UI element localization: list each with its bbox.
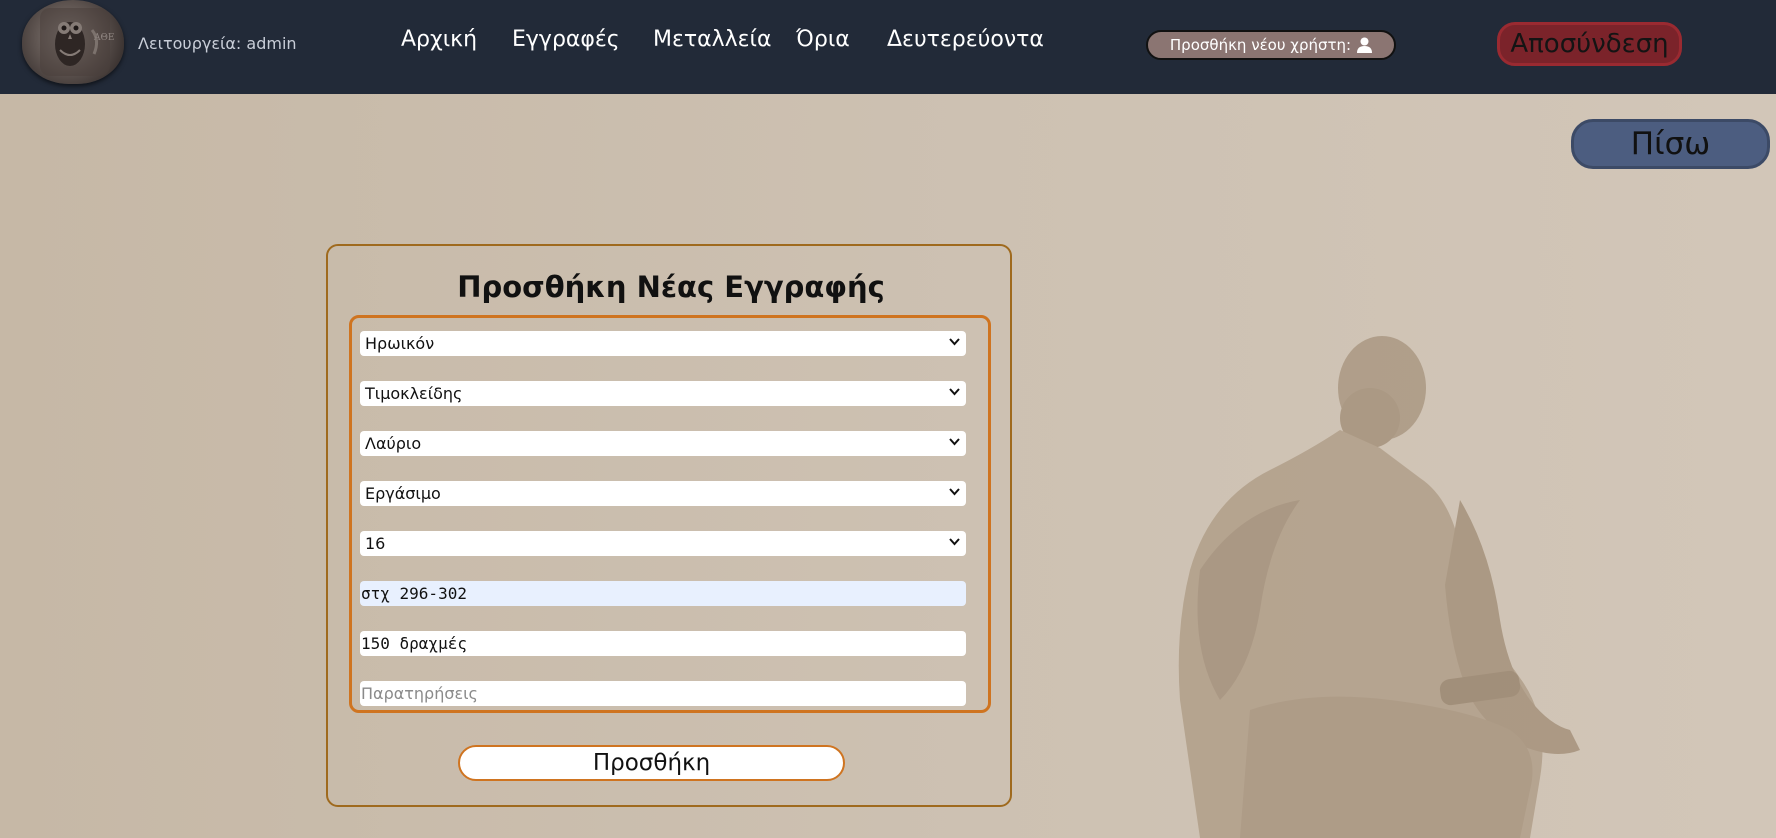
top-navbar: ΑΘΕ Λειτουργεία: admin Αρχική Εγγραφές Μ…: [0, 0, 1776, 94]
price-input[interactable]: 150 δραχμές: [360, 631, 966, 656]
select-status-value: Εργάσιμο: [365, 484, 441, 503]
boxer-statue-image: [1178, 336, 1580, 838]
select-number[interactable]: 16: [360, 531, 966, 556]
select-category-value: Ηρωικόν: [365, 334, 435, 353]
add-user-label: Προσθήκη νέου χρήστη:: [1169, 36, 1352, 54]
form-fields-group: Ηρωικόν Τιμοκλείδης Λαύριο Εργάσιμο 16 σ…: [349, 315, 991, 713]
form-title: Προσθήκη Νέας Εγγραφής: [457, 270, 885, 304]
select-person[interactable]: Τιμοκλείδης: [360, 381, 966, 406]
add-record-form: Προσθήκη Νέας Εγγραφής Ηρωικόν Τιμοκλείδ…: [326, 244, 1012, 807]
add-user-button[interactable]: Προσθήκη νέου χρήστη:: [1146, 30, 1396, 60]
nav-limits[interactable]: Όρια: [796, 27, 850, 52]
nav-mines[interactable]: Μεταλλεία: [653, 27, 772, 52]
select-number-value: 16: [365, 534, 386, 553]
mode-text: Λειτουργεία: admin: [138, 34, 297, 53]
svg-text:ΑΘΕ: ΑΘΕ: [93, 33, 114, 43]
select-status[interactable]: Εργάσιμο: [360, 481, 966, 506]
logout-button[interactable]: Αποσύνδεση: [1497, 22, 1682, 66]
select-category[interactable]: Ηρωικόν: [360, 331, 966, 356]
select-person-value: Τιμοκλείδης: [365, 384, 463, 403]
user-icon: [1357, 37, 1373, 53]
nav-home[interactable]: Αρχική: [401, 27, 477, 52]
submit-button[interactable]: Προσθήκη: [458, 745, 845, 781]
select-location-value: Λαύριο: [365, 434, 422, 453]
location-input[interactable]: στχ 296-302: [360, 581, 966, 606]
select-location[interactable]: Λαύριο: [360, 431, 966, 456]
chevron-down-icon: [949, 438, 960, 446]
chevron-down-icon: [949, 388, 960, 396]
notes-input[interactable]: Παρατηρήσεις: [360, 681, 966, 706]
back-button[interactable]: Πίσω: [1571, 119, 1770, 169]
chevron-down-icon: [949, 488, 960, 496]
chevron-down-icon: [949, 538, 960, 546]
owl-coin-logo[interactable]: ΑΘΕ: [22, 0, 124, 84]
nav-secondary[interactable]: Δευτερεύοντα: [887, 27, 1044, 52]
nav-records[interactable]: Εγγραφές: [512, 27, 620, 52]
chevron-down-icon: [949, 338, 960, 346]
